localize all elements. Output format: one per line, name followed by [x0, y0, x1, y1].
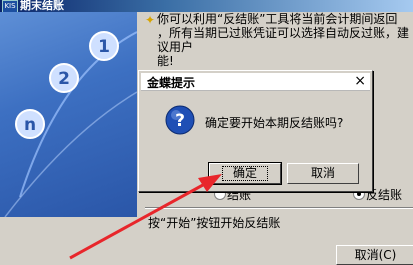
arrow-head: [198, 174, 222, 192]
arrow-shaft: [69, 178, 213, 260]
red-arrow-annotation: [69, 174, 222, 260]
